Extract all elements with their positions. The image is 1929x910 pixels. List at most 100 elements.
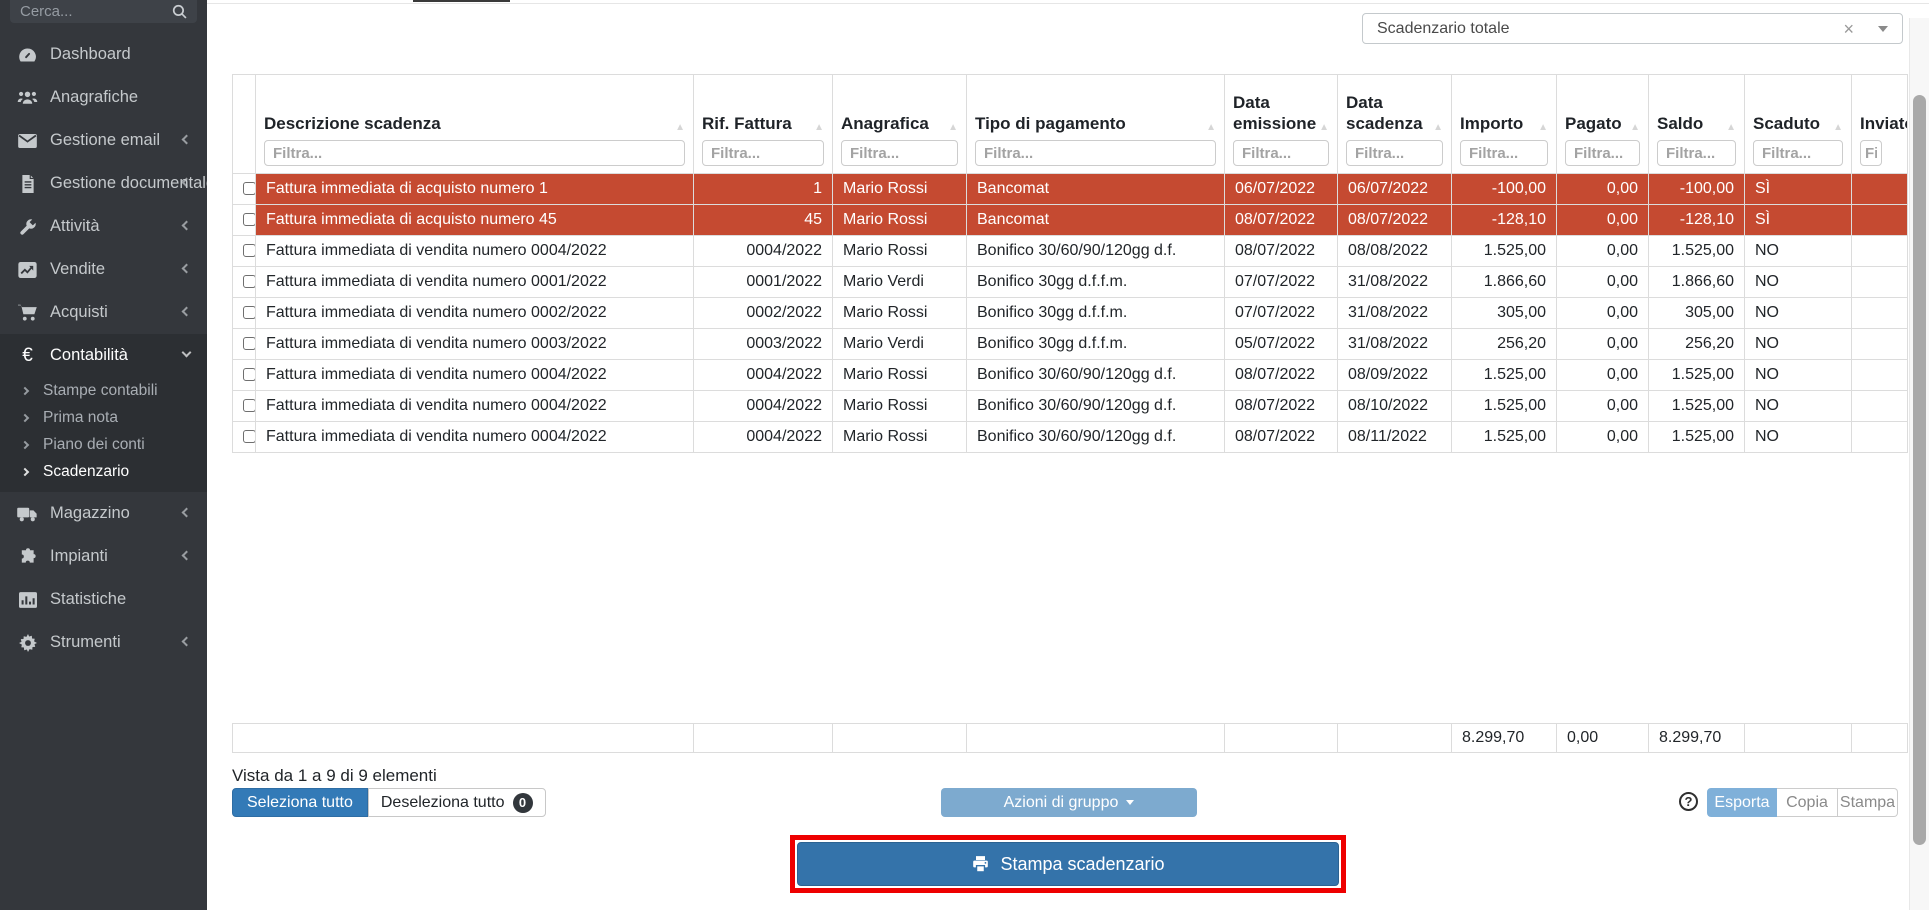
sidebar-item-contabilita[interactable]: €Contabilità: [0, 334, 207, 377]
row-checkbox[interactable]: [243, 430, 256, 443]
row-checkbox[interactable]: [243, 213, 256, 226]
filter-input-pagato[interactable]: [1565, 140, 1640, 166]
table-row[interactable]: Fattura immediata di acquisto numero 454…: [233, 205, 1908, 236]
cell-importo: 1.525,00: [1452, 422, 1557, 453]
cell-emissione: 08/07/2022: [1225, 422, 1338, 453]
cell-desc: Fattura immediata di vendita numero 0004…: [256, 360, 694, 391]
column-header-desc[interactable]: Descrizione scadenza▲: [256, 75, 694, 174]
column-header-pagato[interactable]: Pagato▲: [1557, 75, 1649, 174]
filter-input-importo[interactable]: [1460, 140, 1548, 166]
sidebar-item-impianti[interactable]: Impianti: [0, 535, 207, 578]
cell-tipo: Bancomat: [967, 174, 1225, 205]
cell-pagato: 0,00: [1557, 236, 1649, 267]
sidebar-item-gestione-documentale[interactable]: Gestione documentale: [0, 162, 207, 205]
row-checkbox[interactable]: [243, 182, 256, 195]
row-checkbox[interactable]: [243, 337, 256, 350]
table-row[interactable]: Fattura immediata di vendita numero 0004…: [233, 236, 1908, 267]
column-header-saldo[interactable]: Saldo▲: [1649, 75, 1745, 174]
cell-scadenza: 08/07/2022: [1338, 205, 1452, 236]
column-header-anagrafica[interactable]: Anagrafica▲: [833, 75, 967, 174]
sort-icon: ▲: [1535, 122, 1548, 135]
total-scaduto: [1745, 724, 1852, 753]
cell-desc: Fattura immediata di vendita numero 0002…: [256, 298, 694, 329]
sidebar-item-prima-nota[interactable]: Prima nota: [0, 404, 207, 431]
export-buttons: Esporta Copia Stampa: [1707, 788, 1898, 817]
group-actions-button[interactable]: Azioni di gruppo: [941, 788, 1197, 817]
cell-anagrafica: Mario Rossi: [833, 422, 967, 453]
chevron-left-icon: [182, 550, 192, 560]
sidebar-item-attivita[interactable]: Attività: [0, 205, 207, 248]
print-button[interactable]: Stampa: [1838, 788, 1898, 817]
filter-input-tipo[interactable]: [975, 140, 1216, 166]
sidebar-item-magazzino[interactable]: Magazzino: [0, 492, 207, 535]
table-row[interactable]: Fattura immediata di vendita numero 0004…: [233, 391, 1908, 422]
cell-saldo: -100,00: [1649, 174, 1745, 205]
export-button[interactable]: Esporta: [1707, 788, 1777, 817]
column-header-inviato[interactable]: Inviato▲: [1852, 75, 1908, 174]
cell-desc: Fattura immediata di vendita numero 0004…: [256, 391, 694, 422]
filter-input-saldo[interactable]: [1657, 140, 1736, 166]
search-input[interactable]: [20, 3, 172, 20]
sidebar-item-acquisti[interactable]: Acquisti: [0, 291, 207, 334]
table-row[interactable]: Fattura immediata di vendita numero 0003…: [233, 329, 1908, 360]
row-checkbox[interactable]: [243, 306, 256, 319]
cell-rif: 0004/2022: [694, 422, 833, 453]
column-header-tipo[interactable]: Tipo di pagamento▲: [967, 75, 1225, 174]
filter-input-inviato[interactable]: [1860, 140, 1882, 166]
table-row[interactable]: Fattura immediata di vendita numero 0004…: [233, 360, 1908, 391]
sidebar-item-label: Statistiche: [50, 590, 126, 609]
scrollbar-track[interactable]: [1909, 18, 1929, 910]
deselect-all-label: Deseleziona tutto: [381, 794, 505, 812]
table-row[interactable]: Fattura immediata di vendita numero 0004…: [233, 422, 1908, 453]
search-icon[interactable]: [172, 4, 187, 19]
clear-icon[interactable]: ×: [1843, 20, 1878, 38]
sidebar-item-dashboard[interactable]: Dashboard: [0, 33, 207, 76]
cell-emissione: 08/07/2022: [1225, 391, 1338, 422]
filter-input-anagrafica[interactable]: [841, 140, 958, 166]
row-checkbox[interactable]: [243, 399, 256, 412]
table-row[interactable]: Fattura immediata di vendita numero 0002…: [233, 298, 1908, 329]
print-schedule-button[interactable]: Stampa scadenzario: [797, 842, 1339, 886]
sidebar-item-stampe-contabili[interactable]: Stampe contabili: [0, 377, 207, 404]
sidebar-item-anagrafiche[interactable]: Anagrafiche: [0, 76, 207, 119]
filter-input-scaduto[interactable]: [1753, 140, 1843, 166]
chevron-right-icon: [21, 413, 29, 421]
row-checkbox[interactable]: [243, 275, 256, 288]
copy-button[interactable]: Copia: [1777, 788, 1838, 817]
filter-input-emissione[interactable]: [1233, 140, 1329, 166]
cell-scadenza: 06/07/2022: [1338, 174, 1452, 205]
filter-input-desc[interactable]: [264, 140, 685, 166]
sidebar-item-label: Dashboard: [50, 45, 131, 64]
column-header-emissione[interactable]: Data emissione▲: [1225, 75, 1338, 174]
row-checkbox[interactable]: [243, 244, 256, 257]
sidebar-item-statistiche[interactable]: Statistiche: [0, 578, 207, 621]
column-header-scadenza[interactable]: Data scadenza▲: [1338, 75, 1452, 174]
cell-checkbox: [233, 298, 256, 329]
scrollbar-thumb[interactable]: [1913, 95, 1926, 845]
sidebar-subitem-label: Piano dei conti: [43, 436, 145, 454]
row-checkbox[interactable]: [243, 368, 256, 381]
filter-input-scadenza[interactable]: [1346, 140, 1443, 166]
column-header-scaduto[interactable]: Scaduto▲: [1745, 75, 1852, 174]
sidebar-item-label: Contabilità: [50, 346, 128, 365]
schedule-view-select[interactable]: Scadenzario totale ×: [1362, 13, 1903, 44]
table-row[interactable]: Fattura immediata di acquisto numero 11M…: [233, 174, 1908, 205]
filter-input-rif[interactable]: [702, 140, 824, 166]
cell-scaduto: NO: [1745, 298, 1852, 329]
select-all-button[interactable]: Seleziona tutto: [232, 788, 368, 817]
sidebar-item-gestione-email[interactable]: Gestione email: [0, 119, 207, 162]
cell-scadenza: 31/08/2022: [1338, 298, 1452, 329]
deselect-all-button[interactable]: Deseleziona tutto 0: [368, 788, 546, 817]
sidebar-item-vendite[interactable]: Vendite: [0, 248, 207, 291]
column-header-importo[interactable]: Importo▲: [1452, 75, 1557, 174]
sidebar-item-strumenti[interactable]: Strumenti: [0, 621, 207, 664]
table-row[interactable]: Fattura immediata di vendita numero 0001…: [233, 267, 1908, 298]
sidebar-item-piano-dei-conti[interactable]: Piano dei conti: [0, 431, 207, 458]
cell-importo: 1.525,00: [1452, 391, 1557, 422]
totals-table: 8.299,700,008.299,70: [232, 723, 1908, 753]
chevron-left-icon: [182, 220, 192, 230]
sidebar-item-scadenzario[interactable]: Scadenzario: [0, 458, 207, 485]
column-header-rif[interactable]: Rif. Fattura▲: [694, 75, 833, 174]
total-tipo: [967, 724, 1225, 753]
help-icon[interactable]: ?: [1679, 792, 1698, 811]
